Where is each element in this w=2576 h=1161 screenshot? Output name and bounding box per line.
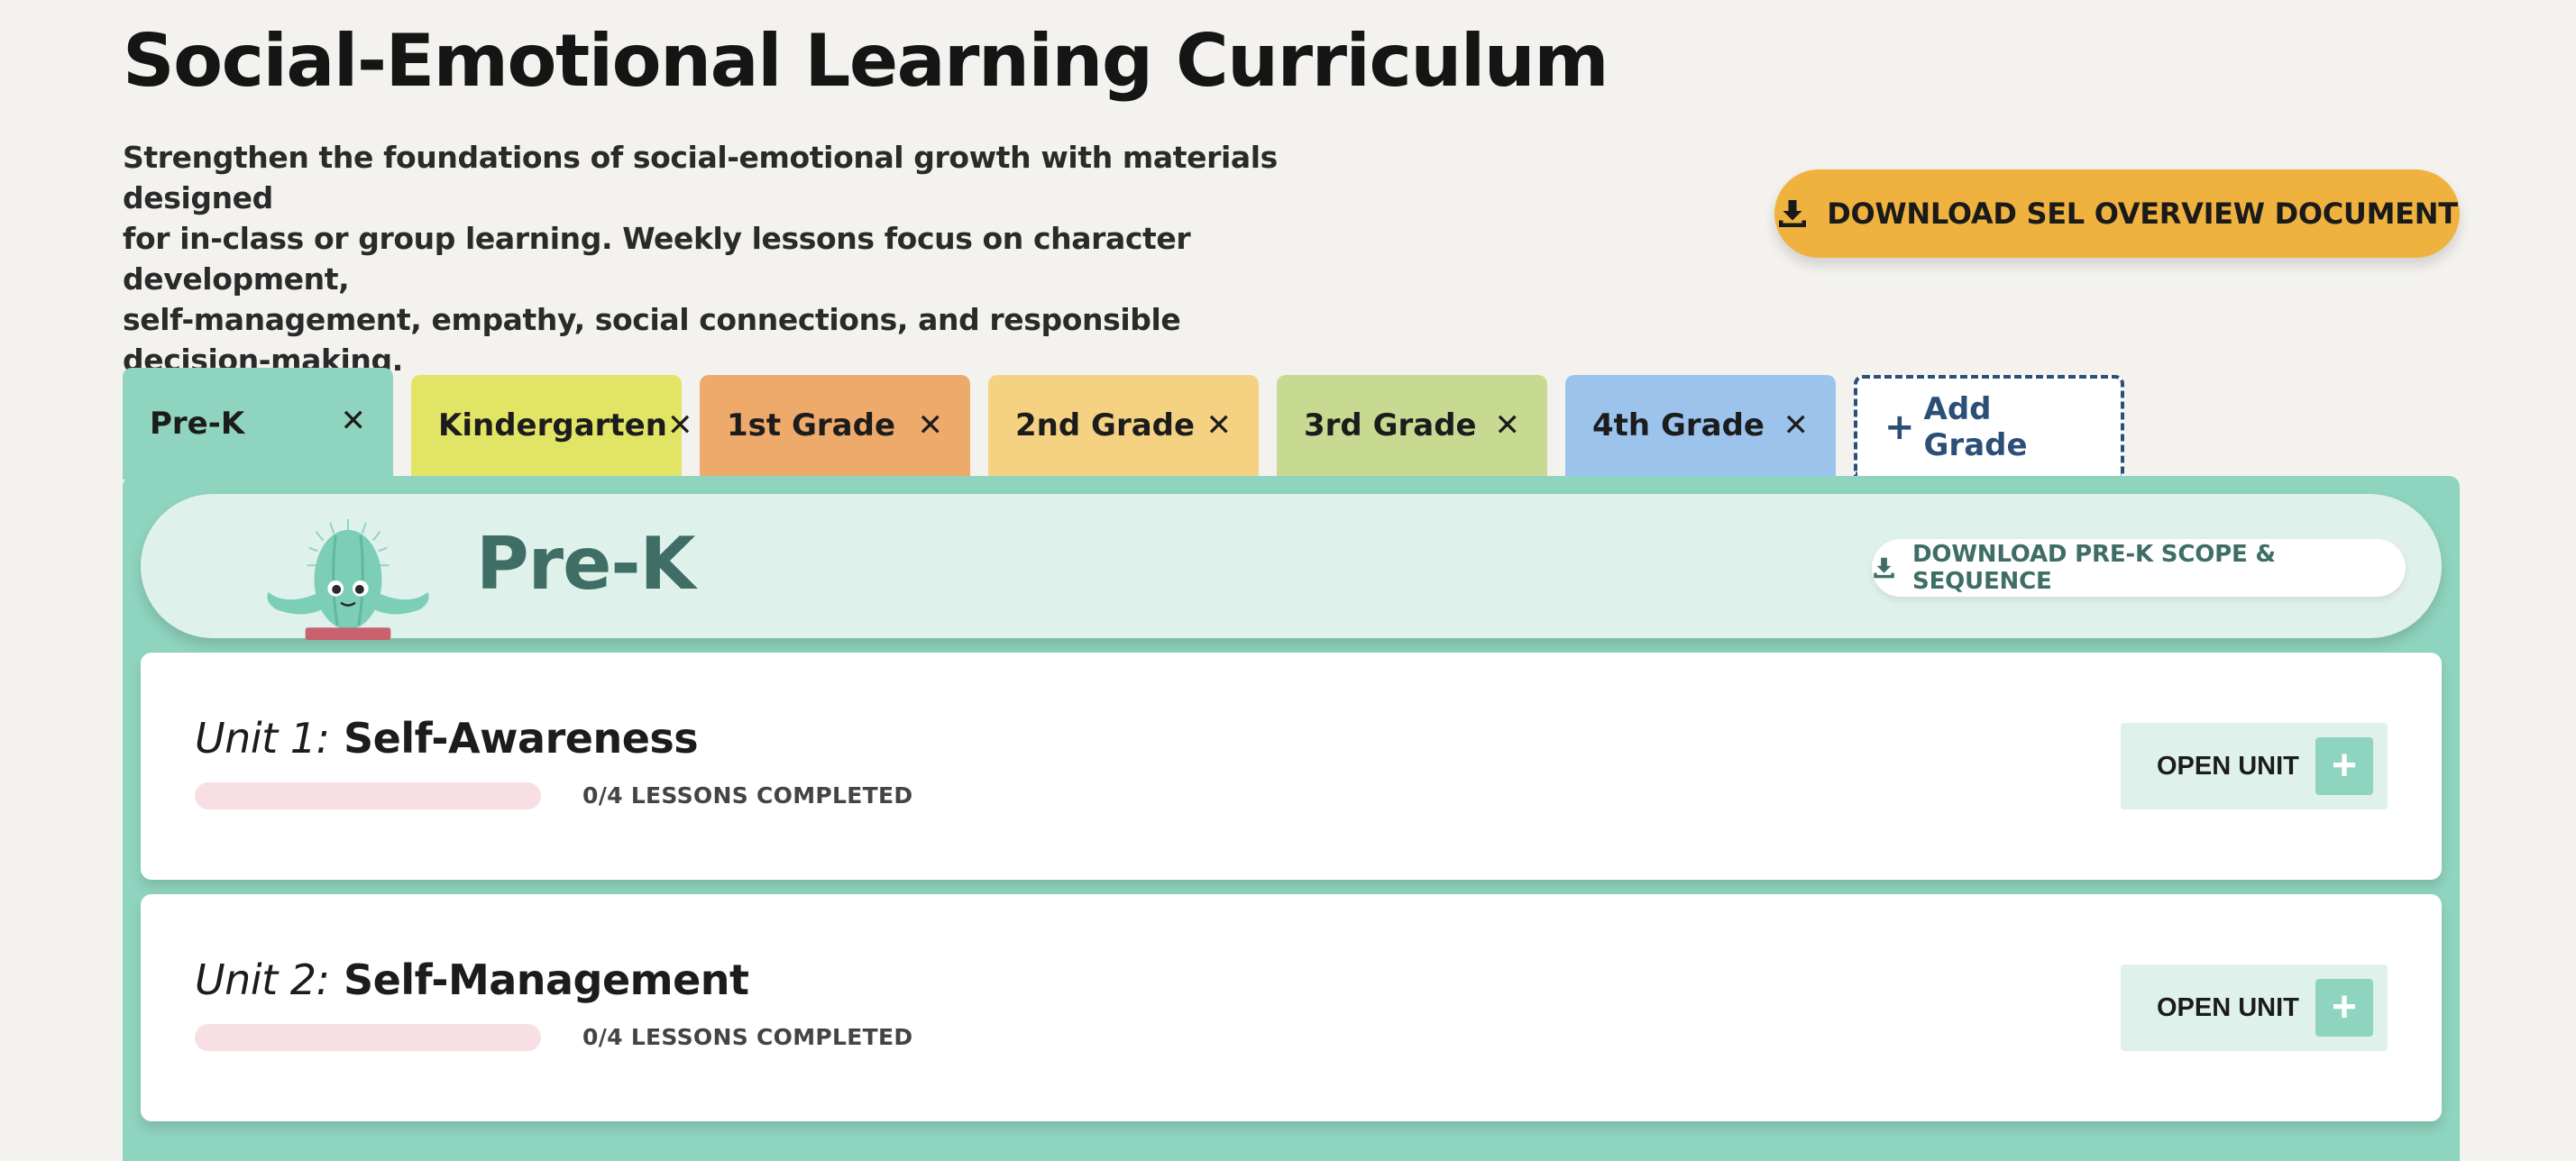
unit-card: Unit 2: Self-Management 0/4 LESSONS COMP… [141, 894, 2442, 1121]
unit-name: Self-Awareness [344, 714, 699, 763]
close-icon[interactable]: ✕ [918, 410, 944, 441]
download-scope-label: DOWNLOAD PRE-K SCOPE & SEQUENCE [1912, 541, 2276, 595]
tab-label: 1st Grade [727, 407, 895, 443]
close-icon[interactable]: ✕ [1495, 410, 1521, 441]
intro-line: for in-class or group learning. Weekly l… [123, 221, 1191, 297]
grade-title: Pre-K [476, 522, 696, 606]
tab-2nd-grade[interactable]: 2nd Grade ✕ [988, 375, 1259, 476]
tab-kindergarten[interactable]: Kindergarten ✕ [411, 375, 692, 476]
progress-text: 0/4 LESSONS COMPLETED [582, 1024, 913, 1050]
unit-number: Unit 2: [195, 955, 330, 1004]
close-icon[interactable]: ✕ [1783, 410, 1810, 441]
intro-line: self-management, empathy, social connect… [123, 302, 1181, 378]
unit-number: Unit 1: [195, 714, 330, 763]
tab-4th-grade[interactable]: 4th Grade ✕ [1565, 375, 1836, 476]
progress-bar [195, 782, 541, 809]
unit-card: Unit 1: Self-Awareness 0/4 LESSONS COMPL… [141, 653, 2442, 880]
unit-title: Unit 1: Self-Awareness [195, 714, 699, 763]
add-grade-tab[interactable]: + Add Grade [1854, 375, 2124, 476]
progress-text: 0/4 LESSONS COMPLETED [582, 782, 913, 809]
tab-label: Kindergarten [438, 407, 667, 443]
unit-name: Self-Management [344, 955, 749, 1004]
open-unit-label: OPEN UNIT [2157, 992, 2299, 1022]
page-title: Social-Emotional Learning Curriculum [123, 19, 1609, 103]
download-scope-sequence-button[interactable]: DOWNLOAD PRE-K SCOPE & SEQUENCE [1872, 539, 2406, 597]
download-icon [1779, 200, 1807, 227]
tab-1st-grade[interactable]: 1st Grade ✕ [700, 375, 970, 476]
close-icon[interactable]: ✕ [341, 406, 367, 436]
tab-3rd-grade[interactable]: 3rd Grade ✕ [1277, 375, 1547, 476]
close-icon[interactable]: ✕ [1206, 410, 1233, 441]
plus-icon: + [2315, 737, 2373, 795]
plus-icon: + [1884, 407, 1915, 448]
tab-label: 3rd Grade [1304, 407, 1477, 443]
cactus-mascot-icon [267, 518, 429, 641]
tab-label: Pre-K [150, 406, 245, 442]
open-unit-button[interactable]: OPEN UNIT + [2121, 723, 2388, 809]
plus-icon: + [2315, 979, 2373, 1037]
download-overview-label: DOWNLOAD SEL OVERVIEW DOCUMENT [1827, 197, 2458, 231]
unit-title: Unit 2: Self-Management [195, 955, 749, 1005]
add-grade-label: Add Grade [1923, 391, 2028, 463]
open-unit-button[interactable]: OPEN UNIT + [2121, 964, 2388, 1051]
open-unit-label: OPEN UNIT [2157, 751, 2299, 781]
download-icon [1874, 557, 1894, 579]
download-overview-button[interactable]: DOWNLOAD SEL OVERVIEW DOCUMENT [1774, 169, 2460, 258]
page-intro: Strengthen the foundations of social-emo… [123, 137, 1313, 380]
progress-bar [195, 1024, 541, 1051]
close-icon[interactable]: ✕ [667, 410, 693, 441]
grade-header: Pre-K DOWNLOAD PRE-K SCOPE & SEQUENCE [141, 494, 2442, 641]
intro-line: Strengthen the foundations of social-emo… [123, 140, 1278, 215]
tab-pre-k[interactable]: Pre-K ✕ [123, 368, 393, 480]
tab-label: 2nd Grade [1015, 407, 1196, 443]
tab-label: 4th Grade [1592, 407, 1765, 443]
